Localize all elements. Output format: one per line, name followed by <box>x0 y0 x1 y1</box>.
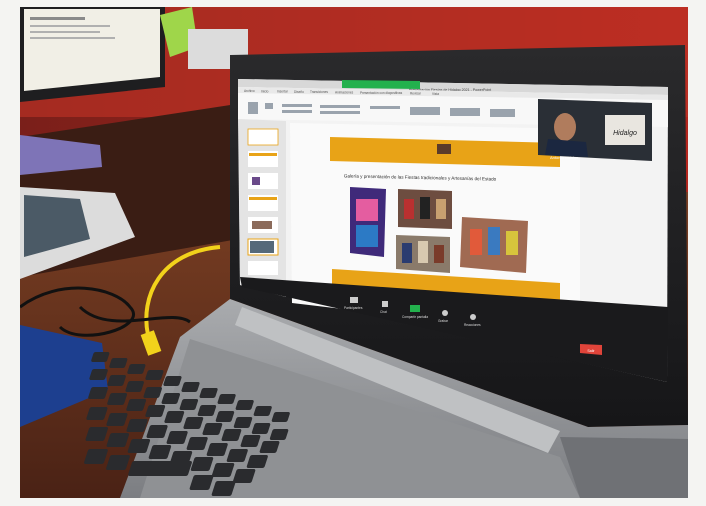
photo: Presentación Fiestas de Hidalgo 2021 - P… <box>0 0 706 506</box>
participants-icon[interactable] <box>350 297 358 303</box>
zoom-record[interactable]: Grabar <box>438 319 449 323</box>
share-screen-icon[interactable] <box>410 305 420 312</box>
ribbon-tab-home[interactable]: Inicio <box>261 89 269 93</box>
zoom-participants[interactable]: Participantes <box>344 306 363 310</box>
record-icon[interactable] <box>442 310 448 316</box>
ribbon-tab-design[interactable]: Diseño <box>294 90 304 94</box>
ribbon-tab-transitions[interactable]: Transiciones <box>310 90 328 94</box>
ribbon-tab-insert[interactable]: Insertar <box>277 90 289 94</box>
ribbon-tab-view[interactable]: Vista <box>432 92 439 96</box>
photo-frame: Presentación Fiestas de Hidalgo 2021 - P… <box>20 7 688 498</box>
zoom-share[interactable]: Compartir pantalla <box>402 315 428 319</box>
participant-badge: Hidalgo <box>613 130 637 137</box>
end-meeting-label[interactable]: Salir <box>587 349 595 353</box>
reactions-icon[interactable] <box>470 314 476 320</box>
chat-icon[interactable] <box>382 301 388 307</box>
participant-name: Antonio Hidalgo <box>550 155 579 160</box>
zoom-reactions[interactable]: Reacciones <box>464 323 481 327</box>
monitor-screen <box>24 9 160 91</box>
zoom-sharing-banner <box>342 80 420 89</box>
ribbon-tab-animations[interactable]: Animaciones <box>335 91 354 95</box>
ribbon-tab-file[interactable]: Archivo <box>244 89 255 93</box>
zoom-chat[interactable]: Chat <box>380 310 387 314</box>
ribbon-tab-review[interactable]: Revisar <box>410 92 422 96</box>
slide-logo <box>437 144 451 154</box>
ribbon-tab-slideshow[interactable]: Presentación con diapositivas <box>360 91 403 95</box>
scene: Presentación Fiestas de Hidalgo 2021 - P… <box>20 7 688 498</box>
